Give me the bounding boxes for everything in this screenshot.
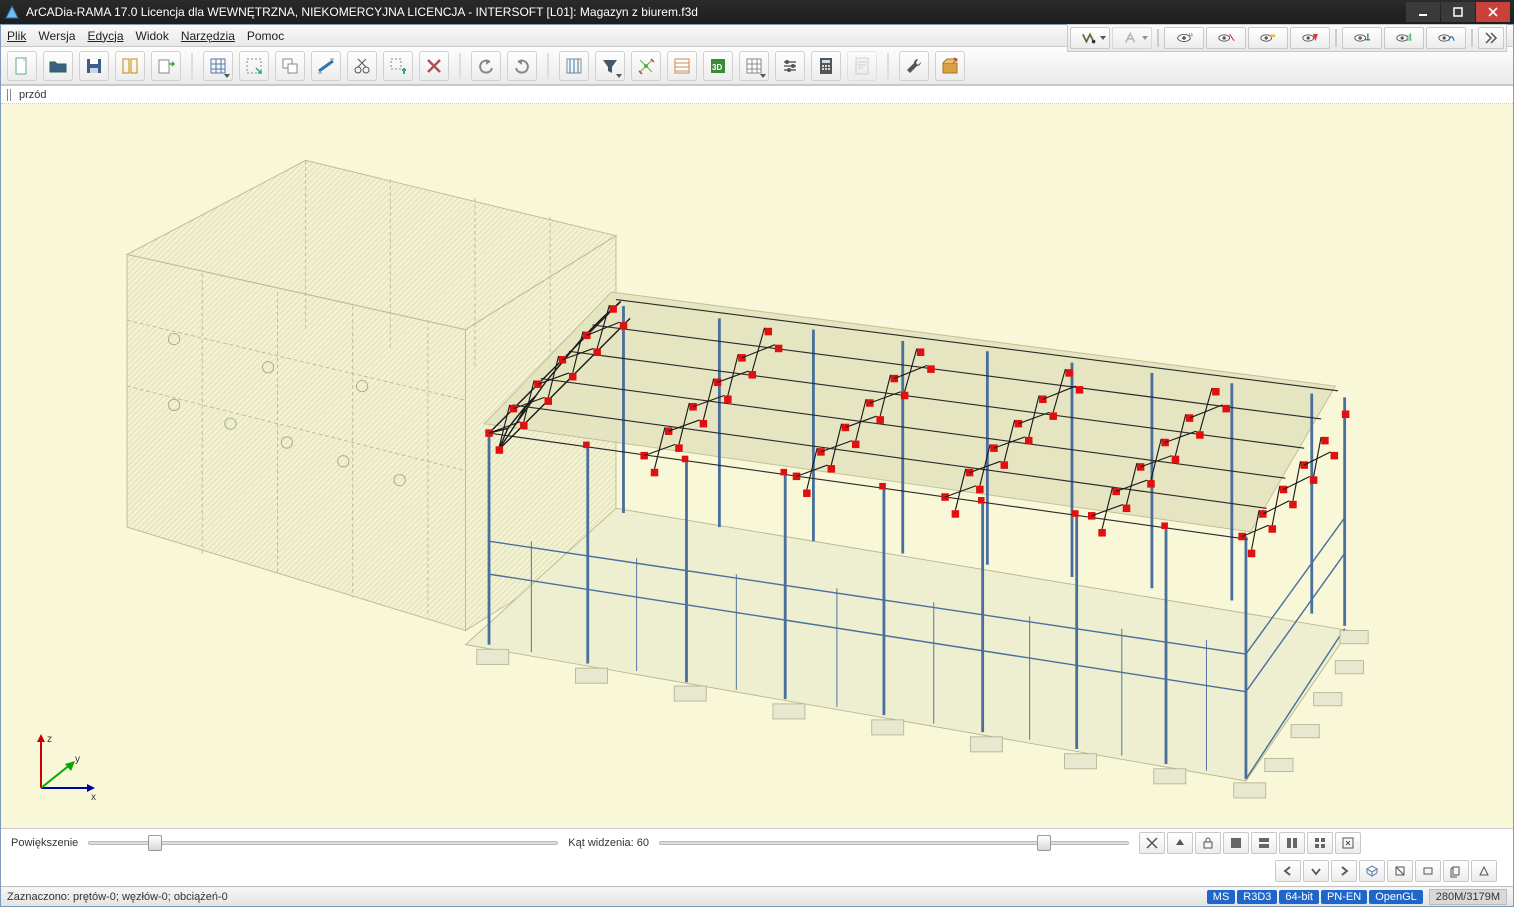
chip-pn-en[interactable]: PN-EN: [1321, 890, 1367, 904]
menu-pomoc[interactable]: Pomoc: [247, 29, 284, 43]
view-label: przód: [19, 89, 47, 101]
view-quad-button[interactable]: [1307, 832, 1333, 854]
delete-button[interactable]: [419, 51, 449, 81]
slider-row-top: Powiększenie Kąt widzenia: 60: [1, 829, 1513, 857]
maximize-button[interactable]: [1441, 2, 1475, 22]
view-persp-button[interactable]: [1471, 860, 1497, 882]
selection-status: Zaznaczono: prętów-0; węzłów-0; obciążeń…: [7, 891, 1205, 903]
eye-dimension-toggle[interactable]: [1206, 27, 1246, 49]
settings-sliders-button[interactable]: [775, 51, 805, 81]
bottom-controls: Powiększenie Kąt widzenia: 60: [1, 828, 1513, 886]
menu-narzedzia[interactable]: Narzędzia: [181, 29, 235, 43]
eye-supports-toggle[interactable]: [1342, 27, 1382, 49]
view-lock-button[interactable]: [1195, 832, 1221, 854]
main-toolbar: 3D: [1, 47, 1513, 85]
view-expand-button[interactable]: [1335, 832, 1361, 854]
eye-loads-toggle[interactable]: [1290, 27, 1330, 49]
table-button[interactable]: [739, 51, 769, 81]
transform-button[interactable]: [631, 51, 661, 81]
select-rect-button[interactable]: [239, 51, 269, 81]
copy-button[interactable]: [275, 51, 305, 81]
svg-text:z: z: [47, 734, 52, 745]
view-toolbar: 11: [1067, 24, 1507, 52]
export-button[interactable]: [151, 51, 181, 81]
view-drag-handle[interactable]: [7, 89, 13, 101]
filter-button[interactable]: [595, 51, 625, 81]
menu-plik[interactable]: Plik: [7, 29, 26, 43]
beam-button[interactable]: [311, 51, 341, 81]
menu-widok[interactable]: Widok: [136, 29, 169, 43]
eye-nodes-toggle[interactable]: 11: [1164, 27, 1204, 49]
view-up-button[interactable]: [1167, 832, 1193, 854]
minimize-button[interactable]: [1406, 2, 1440, 22]
view-front-button[interactable]: [1415, 860, 1441, 882]
new-file-button[interactable]: [7, 51, 37, 81]
close-button[interactable]: [1476, 2, 1510, 22]
profile-library-button[interactable]: [935, 51, 965, 81]
workspace: przód: [1, 85, 1513, 886]
titlebar: ArCADia-RAMA 17.0 Licencja dla WEWNĘTRZN…: [0, 0, 1514, 24]
view-fit-button[interactable]: [1139, 832, 1165, 854]
eye-deform-toggle[interactable]: [1426, 27, 1466, 49]
eye-results-toggle[interactable]: [1384, 27, 1424, 49]
axis-gizmo: z x y: [21, 728, 101, 808]
view-top-button[interactable]: [1387, 860, 1413, 882]
fov-label: Kąt widzenia: 60: [568, 837, 649, 849]
open-file-button[interactable]: [43, 51, 73, 81]
view-right-button[interactable]: [1331, 860, 1357, 882]
chip-opengl[interactable]: OpenGL: [1369, 890, 1423, 904]
cut-button[interactable]: [347, 51, 377, 81]
view-split-v-button[interactable]: [1279, 832, 1305, 854]
menu-wersja[interactable]: Wersja: [38, 29, 75, 43]
zoom-label: Powiększenie: [11, 837, 78, 849]
tools-button[interactable]: [899, 51, 929, 81]
view-split-h-button[interactable]: [1251, 832, 1277, 854]
statusbar: Zaznaczono: prętów-0; węzłów-0; obciążeń…: [1, 886, 1513, 906]
add-node-button[interactable]: [383, 51, 413, 81]
svg-text:11: 11: [1189, 32, 1194, 37]
fov-slider[interactable]: [659, 841, 1129, 845]
app-icon: [4, 4, 20, 20]
view-side-button[interactable]: [1443, 860, 1469, 882]
view-iso-button[interactable]: [1359, 860, 1385, 882]
menu-edycja[interactable]: Edycja: [87, 29, 123, 43]
redo-button[interactable]: [507, 51, 537, 81]
layout-button[interactable]: [115, 51, 145, 81]
memory-status: 280M/3179M: [1429, 889, 1507, 905]
view-buttons-bottom: [1275, 860, 1503, 882]
svg-text:3D: 3D: [712, 63, 722, 72]
slider-row-bottom: [1, 857, 1513, 885]
eye-groups-toggle[interactable]: [1248, 27, 1288, 49]
svg-text:x: x: [91, 792, 96, 803]
report-button[interactable]: [847, 51, 877, 81]
view-header: przód: [1, 86, 1513, 104]
calculator-button[interactable]: [811, 51, 841, 81]
view-left-button[interactable]: [1275, 860, 1301, 882]
measure-button[interactable]: [559, 51, 589, 81]
grid-button[interactable]: [203, 51, 233, 81]
chip-r3d3[interactable]: R3D3: [1237, 890, 1277, 904]
collapse-right-icon[interactable]: [1478, 27, 1504, 49]
undo-button[interactable]: [471, 51, 501, 81]
profile-render-dropdown[interactable]: [1070, 27, 1110, 49]
properties-button[interactable]: [667, 51, 697, 81]
zoom-slider[interactable]: [88, 841, 558, 845]
save-file-button[interactable]: [79, 51, 109, 81]
view-buttons-top: [1139, 832, 1367, 854]
3d-view-button[interactable]: 3D: [703, 51, 733, 81]
window-title: ArCADia-RAMA 17.0 Licencja dla WEWNĘTRZN…: [26, 5, 1405, 19]
window-buttons: [1405, 2, 1510, 22]
model-render: [1, 104, 1513, 828]
view-single-button[interactable]: [1223, 832, 1249, 854]
chip-ms[interactable]: MS: [1207, 890, 1236, 904]
viewport-canvas[interactable]: z x y: [1, 104, 1513, 828]
view-down-button[interactable]: [1303, 860, 1329, 882]
text-style-dropdown[interactable]: [1112, 27, 1152, 49]
chip-64bit[interactable]: 64-bit: [1279, 890, 1319, 904]
svg-text:y: y: [75, 754, 80, 765]
